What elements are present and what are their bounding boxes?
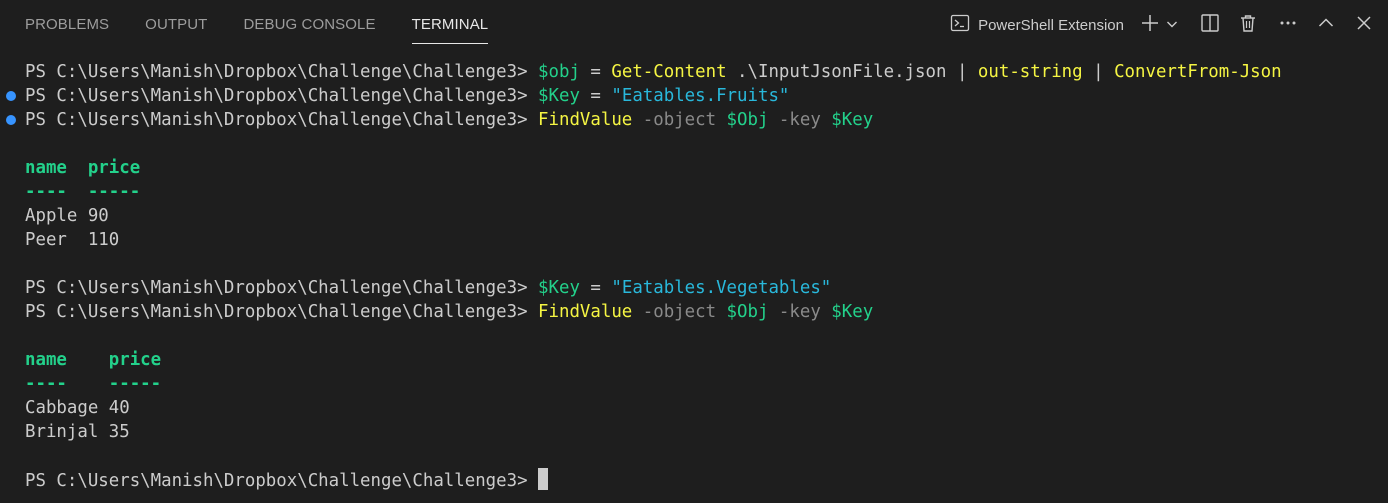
shell-label: PowerShell Extension	[978, 16, 1124, 34]
command: FindValue	[538, 302, 633, 322]
operator: =	[590, 278, 601, 298]
prompt: PS C:\Users\Manish\Dropbox\Challenge\Cha…	[25, 110, 528, 130]
table-row: Peer 110	[25, 230, 120, 250]
prompt: PS C:\Users\Manish\Dropbox\Challenge\Cha…	[25, 86, 528, 106]
terminal-line: PS C:\Users\Manish\Dropbox\Challenge\Cha…	[0, 84, 1388, 108]
command-decoration-dot[interactable]	[6, 115, 16, 125]
kill-terminal-button[interactable]	[1236, 11, 1260, 39]
variable: $Key	[538, 86, 580, 106]
variable: $Obj	[726, 110, 769, 130]
plus-icon	[1140, 13, 1160, 37]
parameter: -object	[642, 110, 717, 130]
table-row: Cabbage 40	[25, 398, 130, 418]
trash-icon	[1238, 13, 1258, 37]
pipe: |	[1093, 62, 1104, 82]
more-icon	[1278, 13, 1298, 37]
string-literal: "Eatables.Fruits"	[611, 86, 790, 106]
chevron-up-icon	[1316, 13, 1336, 37]
terminal-line: PS C:\Users\Manish\Dropbox\Challenge\Cha…	[0, 108, 1388, 132]
variable: $Obj	[726, 302, 769, 322]
tab-terminal[interactable]: TERMINAL	[411, 0, 489, 44]
tab-debug-console[interactable]: DEBUG CONSOLE	[243, 0, 375, 34]
close-icon	[1354, 13, 1374, 37]
parameter: -object	[642, 302, 717, 322]
command: FindValue	[538, 110, 633, 130]
terminal-dropdown-button[interactable]	[1162, 11, 1182, 39]
pipe: |	[956, 62, 968, 82]
terminal-line: PS C:\Users\Manish\Dropbox\Challenge\Cha…	[0, 468, 1388, 492]
table-header: name price	[25, 158, 141, 178]
table-row: Brinjal 35	[25, 422, 130, 442]
variable: $Key	[831, 110, 874, 130]
variable: $obj	[538, 62, 580, 82]
terminal-line: PS C:\Users\Manish\Dropbox\Challenge\Cha…	[0, 276, 1388, 300]
terminal-icon	[950, 13, 970, 37]
close-panel-button[interactable]	[1352, 11, 1376, 39]
more-actions-button[interactable]	[1276, 11, 1300, 39]
table-divider: ---- -----	[25, 374, 162, 394]
table-row: Apple 90	[25, 206, 109, 226]
prompt: PS C:\Users\Manish\Dropbox\Challenge\Cha…	[25, 471, 528, 491]
cursor[interactable]	[538, 468, 549, 490]
prompt: PS C:\Users\Manish\Dropbox\Challenge\Cha…	[25, 62, 528, 82]
parameter: -key	[778, 110, 821, 130]
command: Get-Content	[611, 62, 727, 82]
prompt: PS C:\Users\Manish\Dropbox\Challenge\Cha…	[25, 302, 528, 322]
chevron-down-icon	[1165, 16, 1179, 35]
new-terminal-button[interactable]	[1138, 11, 1162, 39]
parameter: -key	[778, 302, 821, 322]
operator: =	[590, 86, 601, 106]
table-header: name price	[25, 350, 162, 370]
split-icon	[1200, 13, 1220, 37]
split-terminal-button[interactable]	[1198, 11, 1222, 39]
terminal-line: PS C:\Users\Manish\Dropbox\Challenge\Cha…	[0, 300, 1388, 324]
string-literal: "Eatables.Vegetables"	[611, 278, 832, 298]
tab-output[interactable]: OUTPUT	[145, 0, 207, 34]
command-decoration-dot[interactable]	[6, 91, 16, 101]
command: ConvertFrom-Json	[1114, 62, 1282, 82]
terminal-output[interactable]: PS C:\Users\Manish\Dropbox\Challenge\Cha…	[0, 60, 1388, 503]
terminal-line: PS C:\Users\Manish\Dropbox\Challenge\Cha…	[0, 60, 1388, 84]
variable: $Key	[538, 278, 580, 298]
panel-header: PROBLEMS OUTPUT DEBUG CONSOLE TERMINAL P…	[0, 0, 1388, 50]
panel-actions: PowerShell Extension	[950, 10, 1388, 40]
terminal-profile-button[interactable]: PowerShell Extension	[950, 11, 1138, 39]
operator: =	[590, 62, 601, 82]
panel-tabs: PROBLEMS OUTPUT DEBUG CONSOLE TERMINAL	[25, 0, 524, 50]
tab-problems[interactable]: PROBLEMS	[25, 0, 109, 34]
argument: .\InputJsonFile.json	[737, 62, 947, 82]
variable: $Key	[831, 302, 874, 322]
prompt: PS C:\Users\Manish\Dropbox\Challenge\Cha…	[25, 278, 528, 298]
table-divider: ---- -----	[25, 182, 141, 202]
command: out-string	[977, 62, 1083, 82]
maximize-panel-button[interactable]	[1314, 11, 1338, 39]
